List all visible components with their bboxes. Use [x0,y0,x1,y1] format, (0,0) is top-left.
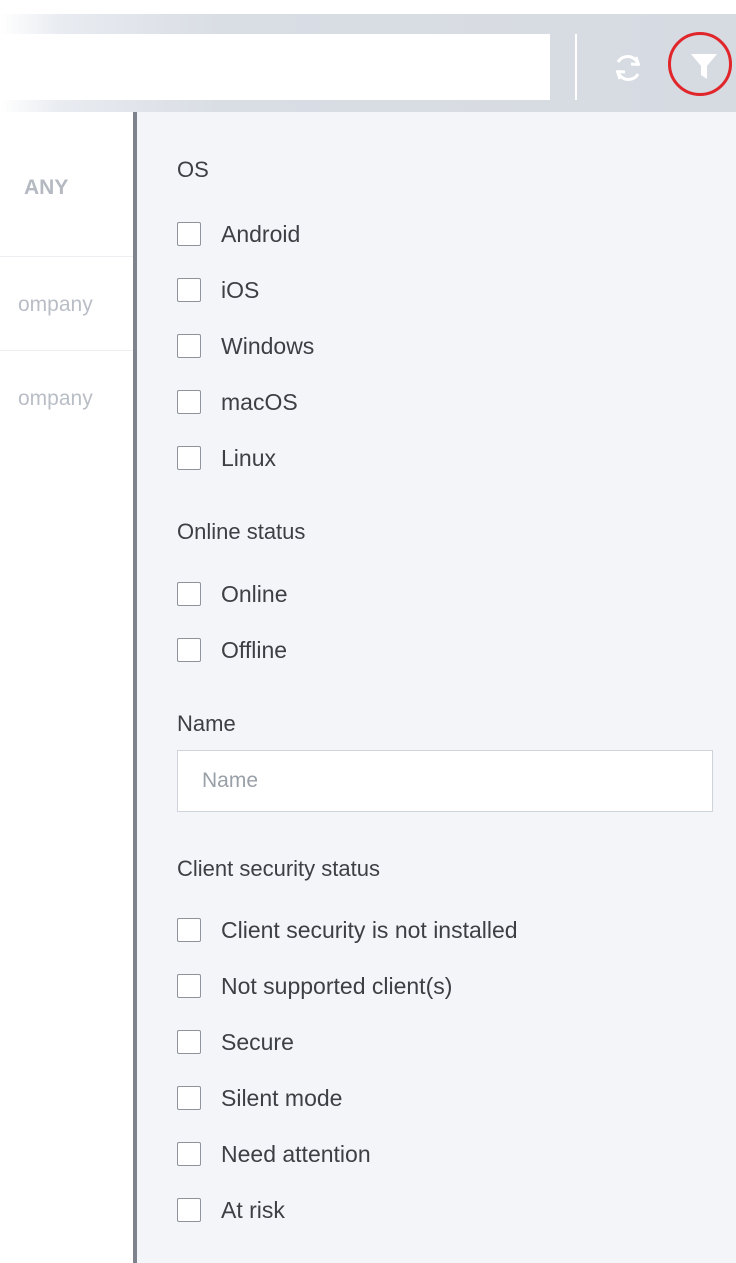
os-section-title: OS [177,157,209,182]
client-security-section-title: Client security status [177,856,380,881]
checkbox-label: Need attention [221,1140,371,1167]
checkbox-os-macos[interactable]: macOS [177,387,298,417]
checkbox-label: Secure [221,1028,294,1055]
checkbox-at-risk[interactable]: At risk [177,1195,285,1225]
checkbox-box[interactable] [177,1198,201,1222]
name-input[interactable] [177,750,713,812]
checkbox-not-supported-client[interactable]: Not supported client(s) [177,971,452,1001]
filter-panel: OS Android iOS Windows macOS Linux Onlin… [133,112,736,1263]
checkbox-security-not-installed[interactable]: Client security is not installed [177,915,518,945]
background-table: ANY ompany ompany [0,112,140,432]
checkbox-label: Silent mode [221,1084,343,1111]
checkbox-label: At risk [221,1196,285,1223]
checkbox-label: iOS [221,276,260,303]
checkbox-box[interactable] [177,278,201,302]
checkbox-box[interactable] [177,918,201,942]
checkbox-label: Offline [221,636,288,663]
checkbox-label: macOS [221,388,298,415]
toolbar [0,14,736,112]
checkbox-box[interactable] [177,1086,201,1110]
online-status-section-title: Online status [177,519,306,544]
checkbox-box[interactable] [177,446,201,470]
checkbox-label: Not supported client(s) [221,972,453,999]
checkbox-box[interactable] [177,390,201,414]
checkbox-label: Client security is not installed [221,916,518,943]
refresh-button[interactable] [608,48,648,88]
search-input[interactable] [0,34,550,100]
checkbox-secure[interactable]: Secure [177,1027,294,1057]
name-section-title: Name [177,711,236,736]
checkbox-box[interactable] [177,1030,201,1054]
table-cell-company: ompany [18,293,93,316]
filter-highlight-circle [668,32,732,96]
checkbox-box[interactable] [177,334,201,358]
checkbox-silent-mode[interactable]: Silent mode [177,1083,342,1113]
checkbox-label: Online [221,580,288,607]
checkbox-box[interactable] [177,582,201,606]
table-cell-company: ompany [18,387,93,410]
table-row: ompany [0,350,140,445]
checkbox-os-android[interactable]: Android [177,219,300,249]
checkbox-need-attention[interactable]: Need attention [177,1139,371,1169]
checkbox-box[interactable] [177,974,201,998]
checkbox-label: Android [221,220,301,247]
checkbox-os-linux[interactable]: Linux [177,443,276,473]
toolbar-divider [575,34,577,100]
checkbox-label: Linux [221,444,276,471]
table-header-company: ANY [24,176,69,199]
checkbox-box[interactable] [177,222,201,246]
checkbox-label: Windows [221,332,315,359]
checkbox-offline[interactable]: Offline [177,635,287,665]
table-row: ompany [0,256,140,351]
checkbox-online[interactable]: Online [177,579,287,609]
checkbox-os-ios[interactable]: iOS [177,275,259,305]
checkbox-box[interactable] [177,1142,201,1166]
checkbox-os-windows[interactable]: Windows [177,331,314,361]
refresh-icon [616,55,640,81]
checkbox-box[interactable] [177,638,201,662]
